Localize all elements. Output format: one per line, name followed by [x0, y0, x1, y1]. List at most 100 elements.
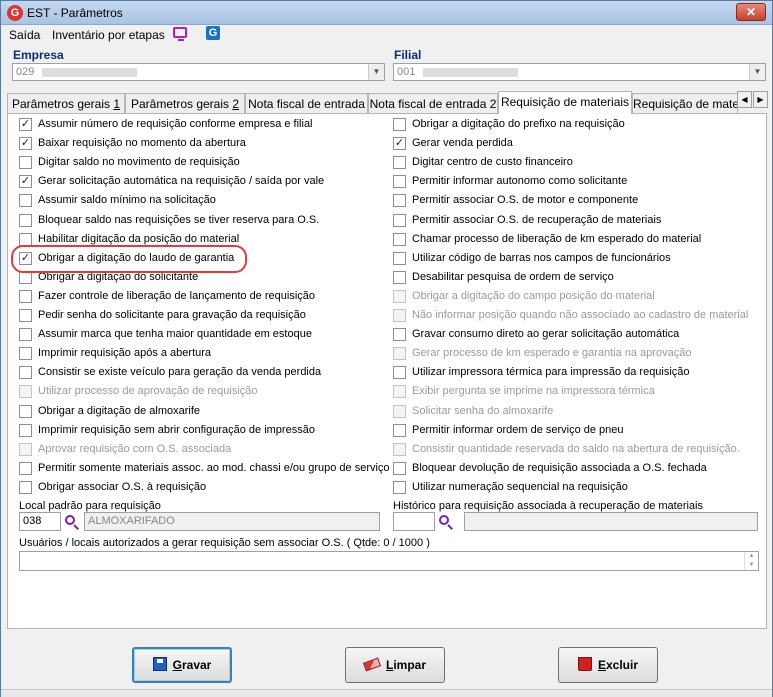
checkbox-label: Chamar processo de liberação de km esper… [412, 232, 702, 245]
menu-item-inventario[interactable]: Inventário por etapas [52, 28, 165, 42]
tab-nota-fiscal-entrada-2[interactable]: Nota fiscal de entrada 2 [368, 93, 498, 113]
tab-scroll-left-icon[interactable]: ◀ [737, 91, 752, 108]
app-logo-icon: G [7, 5, 23, 21]
search-icon[interactable] [438, 514, 454, 530]
filial-label: Filial [394, 48, 422, 62]
checkbox-label: Gravar consumo direto ao gerar solicitaç… [412, 328, 680, 341]
checkbox [393, 404, 406, 418]
checkbox-label: Obrigar a digitação do prefixo na requis… [412, 118, 625, 130]
checkbox-label: Fazer controle de liberação de lançament… [38, 289, 315, 302]
checkbox[interactable] [393, 194, 406, 208]
checkbox-label: Obrigar a digitação do campo posição do … [412, 289, 655, 302]
save-button[interactable]: Gravar [132, 647, 232, 683]
tab-scroll-right-icon[interactable]: ▶ [753, 91, 768, 108]
checkbox[interactable] [393, 118, 406, 131]
checkbox-label: Digitar saldo no movimento de requisição [38, 156, 240, 169]
checkbox-label: Assumir saldo mínimo na solicitação [38, 194, 216, 207]
checkbox-label: Obrigar a digitação de almoxarife [38, 404, 201, 417]
checkbox[interactable] [393, 251, 406, 265]
checkbox-label: Consistir quantidade reservada do saldo … [412, 442, 740, 455]
checkbox[interactable] [393, 480, 406, 494]
checkbox[interactable] [393, 461, 406, 475]
trash-icon [577, 657, 592, 672]
historico-name-field [464, 512, 758, 531]
checkbox[interactable] [19, 423, 32, 437]
tab-parametros-gerais-1[interactable]: Parâmetros gerais 1 [7, 93, 125, 113]
delete-button[interactable]: Excluir [558, 647, 658, 683]
checkbox[interactable]: ✓ [19, 137, 32, 151]
checkbox[interactable] [393, 213, 406, 227]
checkbox [19, 442, 32, 456]
checkbox[interactable] [19, 309, 32, 322]
tab-nota-fiscal-entrada[interactable]: Nota fiscal de entrada [245, 93, 368, 113]
checkbox[interactable] [393, 156, 406, 170]
checkbox-label: Gerar processo de km esperado e garantia… [412, 347, 692, 360]
checkbox[interactable]: ✓ [19, 118, 32, 131]
filial-select[interactable]: 001 ▼ [393, 63, 766, 81]
status-bar [1, 689, 772, 697]
checkbox-label: Baixar requisição no momento da abertura [38, 137, 246, 150]
checkbox[interactable] [19, 461, 32, 475]
checkbox-label: Gerar solicitação automática na requisiç… [38, 175, 325, 188]
checkbox[interactable] [19, 156, 32, 170]
checkbox-label: Utilizar numeração sequencial na requisi… [412, 480, 628, 493]
checkbox-label: Permitir informar autonomo como solicita… [412, 175, 628, 188]
checkbox[interactable]: ✓ [19, 175, 32, 189]
empresa-label: Empresa [13, 48, 64, 62]
checkbox [19, 385, 32, 399]
clear-button[interactable]: Limpar [345, 647, 445, 683]
filial-value: 001 [397, 66, 416, 78]
redacted-text [423, 67, 519, 77]
scrollbar[interactable]: ▲ ▼ [744, 552, 758, 570]
checkbox [393, 347, 406, 361]
checkbox-label: Obrigar associar O.S. à requisição [38, 480, 207, 493]
search-icon[interactable] [64, 514, 80, 530]
checkbox[interactable] [19, 347, 32, 361]
checkbox-label: Exibir pergunta se imprime na impressora… [412, 385, 655, 398]
checkbox-label: Imprimir requisição após a abertura [38, 347, 212, 360]
checkbox-label: Bloquear devolução de requisição associa… [412, 461, 707, 474]
menu-item-saida[interactable]: Saída [9, 28, 40, 42]
checkbox-label: Aprovar requisição com O.S. associada [38, 442, 232, 455]
checkbox[interactable] [393, 232, 406, 246]
menu-bar: Saída Inventário por etapas G [1, 25, 772, 45]
eraser-icon [362, 657, 382, 672]
checkbox[interactable] [19, 404, 32, 418]
historico-label: Histórico para requisição associada à re… [393, 500, 703, 512]
historico-code-input[interactable] [393, 512, 435, 531]
requisicao-panel: ✓ Assumir número de requisição conforme e… [7, 113, 767, 629]
checkbox-label: Pedir senha do solicitante para gravação… [38, 309, 306, 321]
checkbox[interactable] [19, 480, 32, 494]
checkbox[interactable] [19, 232, 32, 246]
checkbox-label: Desabilitar pesquisa de ordem de serviço [412, 270, 614, 283]
checkbox-label: Permitir associar O.S. de recuperação de… [412, 213, 662, 226]
checkbox[interactable] [19, 194, 32, 208]
close-button[interactable]: ✕ [736, 3, 766, 21]
empresa-select[interactable]: 029 ▼ [12, 63, 385, 81]
usuarios-list-input[interactable]: ▲ ▼ [19, 551, 759, 571]
app-g-icon[interactable]: G [206, 26, 220, 40]
checkbox[interactable]: ✓ [393, 137, 406, 151]
checkbox[interactable] [393, 328, 406, 342]
checkbox[interactable] [19, 213, 32, 227]
checkbox [393, 442, 406, 456]
floppy-disk-icon [152, 657, 167, 672]
checkbox[interactable] [393, 366, 406, 380]
checkbox[interactable] [19, 366, 32, 380]
checkbox[interactable] [393, 270, 406, 284]
chevron-down-icon[interactable]: ▼ [749, 64, 765, 80]
window-title: EST - Parâmetros [27, 6, 123, 20]
checkbox[interactable] [393, 175, 406, 189]
tab-parametros-gerais-2[interactable]: Parâmetros gerais 2 [125, 93, 245, 113]
checkbox[interactable] [19, 289, 32, 303]
monitor-icon[interactable] [173, 27, 187, 41]
tab-bar: Parâmetros gerais 1 Parâmetros gerais 2 … [7, 91, 772, 114]
tab-requisicao-materiais-2[interactable]: Requisição de materi [632, 93, 738, 113]
local-padrao-code-input[interactable]: 038 [19, 512, 61, 531]
checkbox-label: Não informar posição quando não associad… [412, 309, 749, 321]
checkbox[interactable] [19, 328, 32, 342]
checkbox-label: Utilizar impressora térmica para impress… [412, 366, 690, 379]
chevron-down-icon[interactable]: ▼ [368, 64, 384, 80]
tab-requisicao-materiais[interactable]: Requisição de materiais [498, 91, 632, 114]
checkbox[interactable] [393, 423, 406, 437]
